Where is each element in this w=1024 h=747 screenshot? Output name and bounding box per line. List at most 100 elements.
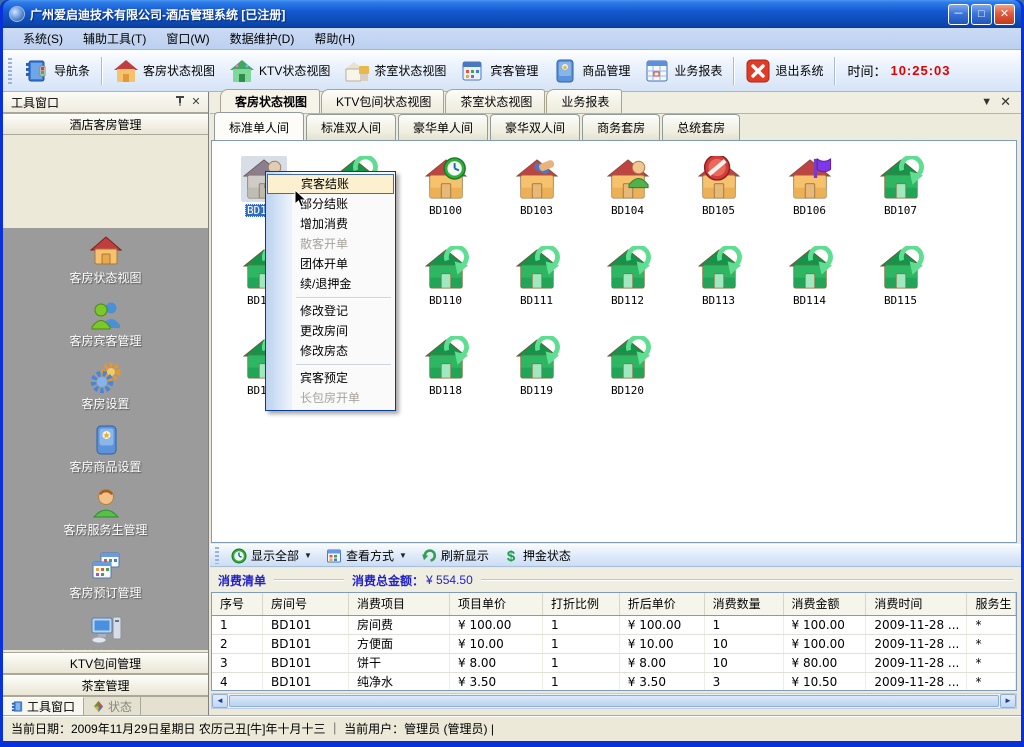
doc-tab-茶室状态视图[interactable]: 茶室状态视图	[445, 89, 545, 113]
sidebar-item-客房商品设置[interactable]: 客房商品设置	[3, 423, 208, 486]
table-row[interactable]: 1BD101房间费¥ 100.001¥ 100.001¥ 100.002009-…	[212, 616, 1016, 635]
house-icon	[89, 234, 123, 268]
toolbar-grip[interactable]	[8, 58, 12, 84]
toolbar-button-客房状态视图[interactable]: 客房状态视图	[106, 55, 222, 87]
sidebar-group-tea[interactable]: 茶室管理	[3, 674, 208, 696]
room-type-tab-标准单人间[interactable]: 标准单人间	[214, 112, 304, 140]
scrollbar-thumb[interactable]	[229, 695, 999, 707]
sidebar-group-ktv[interactable]: KTV包间管理	[3, 652, 208, 674]
context-menu-item-续/退押金[interactable]: 续/退押金	[266, 274, 395, 294]
toolbar-button-宾客管理[interactable]: 宾客管理	[453, 55, 545, 87]
room-BD113[interactable]: BD113	[673, 239, 764, 329]
action-button-查看方式[interactable]: 查看方式▼	[319, 546, 414, 565]
consumption-title: 消费清单	[218, 572, 266, 589]
toolbar-button-KTV状态视图[interactable]: KTV状态视图	[222, 55, 337, 87]
tab-close-icon[interactable]: ✕	[1000, 94, 1011, 110]
close-button[interactable]: ✕	[994, 4, 1015, 25]
doc-tab-客房状态视图[interactable]: 客房状态视图	[220, 89, 320, 113]
room-BD115[interactable]: BD115	[855, 239, 946, 329]
table-horizontal-scrollbar[interactable]: ◄ ►	[211, 693, 1017, 709]
column-header-项目单价[interactable]: 项目单价	[450, 593, 543, 616]
close-panel-icon[interactable]: ✕	[188, 95, 204, 109]
column-header-服务生[interactable]: 服务生	[967, 593, 1016, 616]
sidebar-item-客房其他款项登记[interactable]: 客房其他款项登记	[3, 612, 208, 650]
room-state-vacant-icon	[696, 246, 742, 292]
room-BD114[interactable]: BD114	[764, 239, 855, 329]
column-header-房间号[interactable]: 房间号	[263, 593, 349, 616]
guest-manage-icon	[460, 58, 486, 84]
svg-text:$: $	[507, 548, 516, 564]
context-menu-item-部分结账[interactable]: 部分结账	[266, 194, 395, 214]
context-menu-item-更改房间[interactable]: 更改房间	[266, 321, 395, 341]
actions-bar-grip[interactable]	[215, 547, 219, 564]
room-type-tab-豪华单人间[interactable]: 豪华单人间	[398, 114, 488, 140]
room-BD103[interactable]: BD103	[491, 149, 582, 239]
pin-icon[interactable]	[172, 95, 188, 109]
column-header-消费项目[interactable]: 消费项目	[348, 593, 449, 616]
sidebar-item-客房预订管理[interactable]: 客房预订管理	[3, 549, 208, 612]
bottom-tab-状态[interactable]: 状态	[84, 697, 141, 715]
tab-list-dropdown-icon[interactable]: ▼	[981, 96, 992, 108]
doc-tab-业务报表[interactable]: 业务报表	[546, 89, 622, 113]
menu-item-1[interactable]: 辅助工具(T)	[73, 28, 156, 49]
room-type-tab-商务套房[interactable]: 商务套房	[582, 114, 660, 140]
room-type-tab-总统套房[interactable]: 总统套房	[662, 114, 740, 140]
gears-icon	[89, 360, 123, 394]
table-row[interactable]: 4BD101纯净水¥ 3.501¥ 3.503¥ 10.502009-11-28…	[212, 673, 1016, 692]
room-BD120[interactable]: BD120	[582, 329, 673, 419]
scroll-right-arrow-icon[interactable]: ►	[1000, 694, 1016, 708]
toolbar-button-导航条[interactable]: 导航条	[17, 55, 97, 87]
maximize-button[interactable]: □	[971, 4, 992, 25]
bottom-tab-工具窗口[interactable]: 工具窗口	[3, 697, 84, 715]
scroll-left-arrow-icon[interactable]: ◄	[212, 694, 228, 708]
sidebar-item-客房设置[interactable]: 客房设置	[3, 360, 208, 423]
room-BD111[interactable]: BD111	[491, 239, 582, 329]
window-title: 广州爱启迪技术有限公司-酒店管理系统 [已注册]	[30, 6, 948, 23]
sidebar-item-客房宾客管理[interactable]: 客房宾客管理	[3, 297, 208, 360]
goods-manage-icon	[552, 58, 578, 84]
table-row[interactable]: 3BD101饼干¥ 8.001¥ 8.0010¥ 80.002009-11-28…	[212, 654, 1016, 673]
room-BD107[interactable]: BD107	[855, 149, 946, 239]
context-menu-item-增加消费[interactable]: 增加消费	[266, 214, 395, 234]
toolbar-button-退出系统[interactable]: 退出系统	[738, 55, 830, 87]
room-BD110[interactable]: BD110	[400, 239, 491, 329]
sidebar-item-list: 客房状态视图客房宾客管理客房设置客房商品设置客房服务生管理客房预订管理客房其他款…	[3, 228, 208, 650]
context-menu-item-修改登记[interactable]: 修改登记	[266, 301, 395, 321]
context-menu-item-团体开单[interactable]: 团体开单	[266, 254, 395, 274]
sidebar-group-hotel-rooms[interactable]: 酒店客房管理	[3, 113, 208, 135]
column-header-消费数量[interactable]: 消费数量	[704, 593, 783, 616]
room-BD106[interactable]: BD106	[764, 149, 855, 239]
room-type-tab-标准双人间[interactable]: 标准双人间	[306, 114, 396, 140]
menu-item-4[interactable]: 帮助(H)	[304, 28, 365, 49]
room-BD100[interactable]: BD100	[400, 149, 491, 239]
context-menu-item-修改房态[interactable]: 修改房态	[266, 341, 395, 361]
column-header-折后单价[interactable]: 折后单价	[619, 593, 704, 616]
minimize-button[interactable]: －	[948, 4, 969, 25]
sidebar-item-客房状态视图[interactable]: 客房状态视图	[3, 234, 208, 297]
menu-item-3[interactable]: 数据维护(D)	[220, 28, 305, 49]
action-button-显示全部[interactable]: 显示全部▼	[224, 546, 319, 565]
column-header-消费时间[interactable]: 消费时间	[866, 593, 967, 616]
column-header-序号[interactable]: 序号	[212, 593, 263, 616]
menu-item-2[interactable]: 窗口(W)	[156, 28, 219, 49]
context-menu-item-宾客结账[interactable]: 宾客结账	[267, 174, 394, 194]
room-BD112[interactable]: BD112	[582, 239, 673, 329]
room-type-tab-豪华双人间[interactable]: 豪华双人间	[490, 114, 580, 140]
action-button-押金状态[interactable]: $押金状态	[496, 546, 578, 565]
doc-tab-KTV包间状态视图[interactable]: KTV包间状态视图	[321, 89, 444, 113]
toolbar-button-茶室状态视图[interactable]: 茶室状态视图	[337, 55, 453, 87]
room-BD104[interactable]: BD104	[582, 149, 673, 239]
menu-item-0[interactable]: 系统(S)	[13, 28, 73, 49]
context-menu-item-宾客预定[interactable]: 宾客预定	[266, 368, 395, 388]
action-button-刷新显示[interactable]: 刷新显示	[414, 546, 496, 565]
sidebar-item-客房服务生管理[interactable]: 客房服务生管理	[3, 486, 208, 549]
room-BD119[interactable]: BD119	[491, 329, 582, 419]
room-BD105[interactable]: BD105	[673, 149, 764, 239]
table-row[interactable]: 2BD101方便面¥ 10.001¥ 10.0010¥ 100.002009-1…	[212, 635, 1016, 654]
room-BD118[interactable]: BD118	[400, 329, 491, 419]
column-header-消费金额[interactable]: 消费金额	[783, 593, 866, 616]
toolbar-button-商品管理[interactable]: 商品管理	[545, 55, 637, 87]
column-header-打折比例[interactable]: 打折比例	[542, 593, 619, 616]
toolbar-button-业务报表[interactable]: 业务报表	[637, 55, 729, 87]
room-label: BD105	[700, 204, 737, 217]
